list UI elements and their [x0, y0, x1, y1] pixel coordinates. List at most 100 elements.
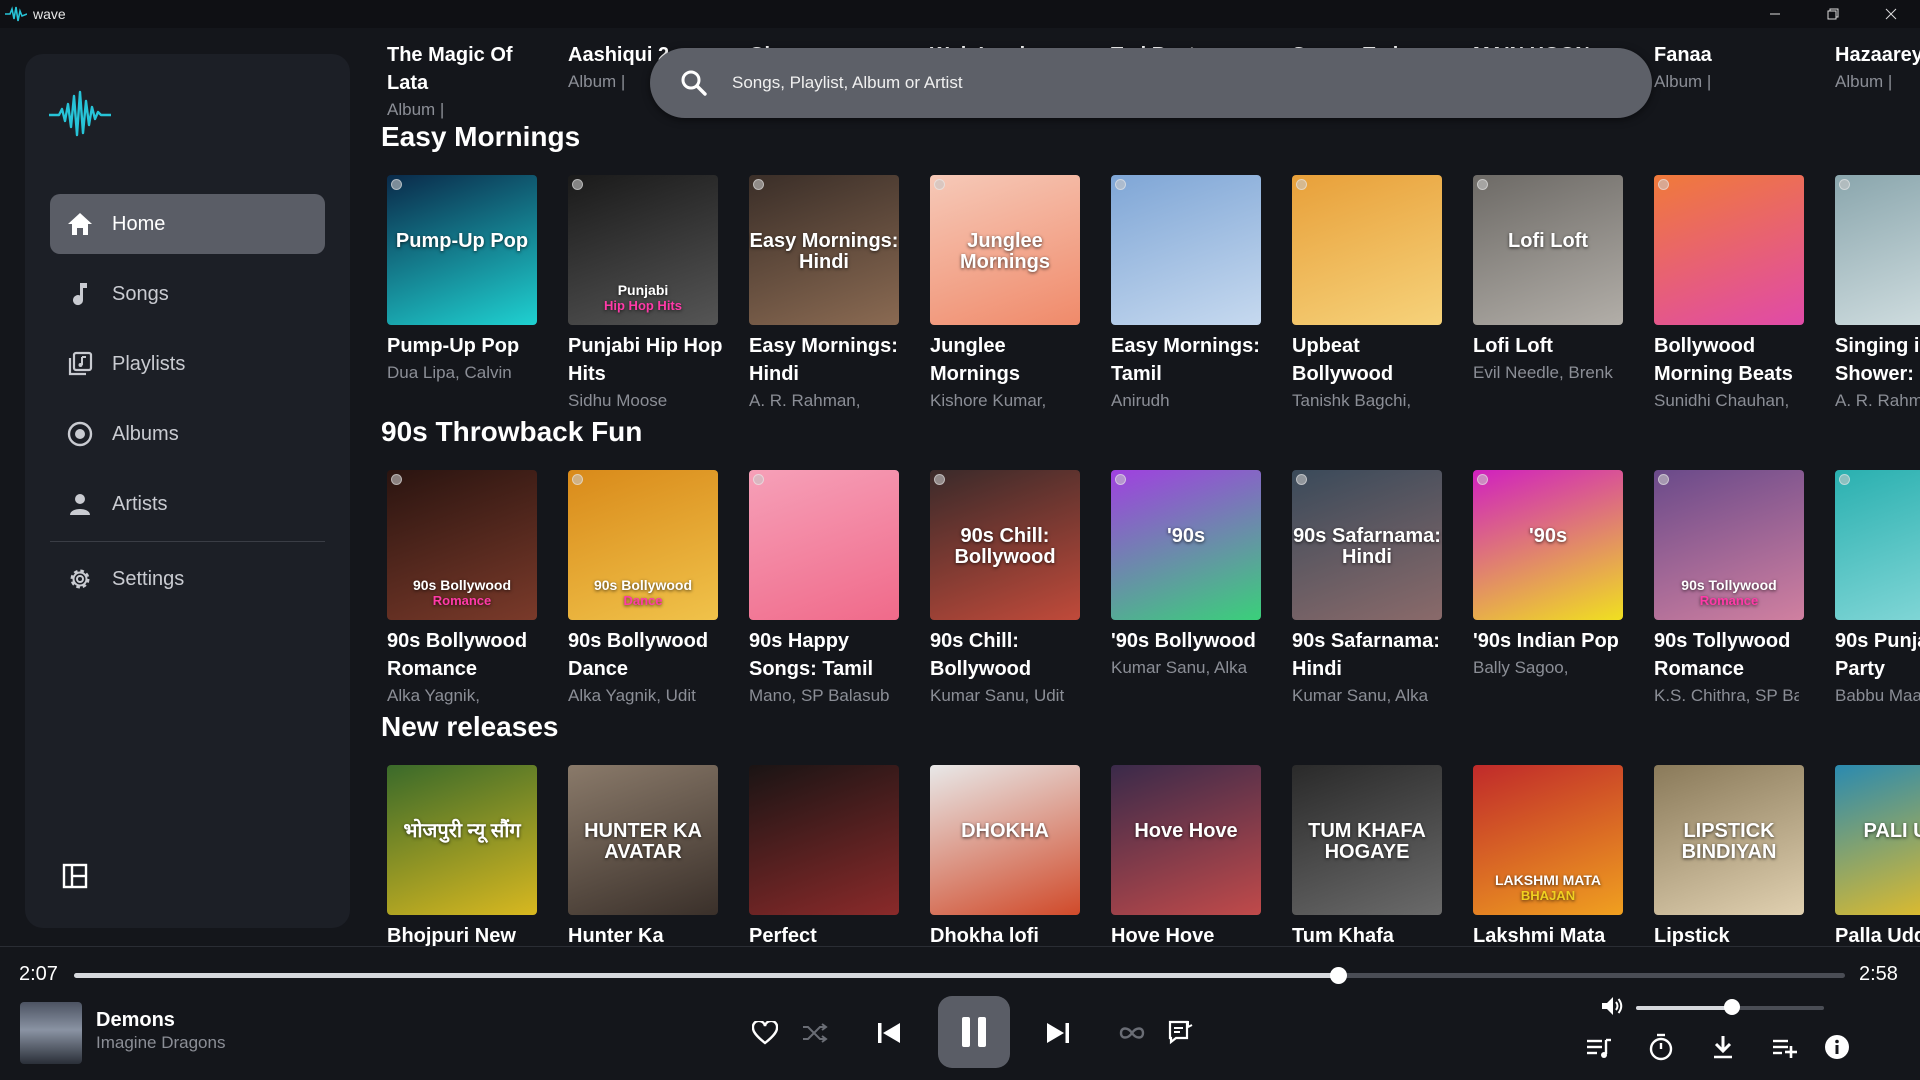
cover-art[interactable]: Punjabi Hip Hop Hits: [568, 175, 718, 325]
cover-art[interactable]: भोजपुरी न्यू सौंग: [387, 765, 537, 915]
previous-button[interactable]: [874, 1017, 904, 1049]
cover-art[interactable]: Pump-Up Pop: [387, 175, 537, 325]
search-bar[interactable]: [650, 48, 1652, 118]
playlist-card[interactable]: HUNTER KA AVATAR Hunter Ka: [568, 765, 738, 946]
sidebar-item-artists[interactable]: Artists: [50, 474, 325, 534]
sidebar-item-label: Songs: [112, 282, 169, 305]
lyrics-button[interactable]: [1166, 1017, 1196, 1047]
queue-button[interactable]: [1584, 1033, 1614, 1063]
cover-art[interactable]: [1835, 175, 1920, 325]
cover-art[interactable]: [749, 470, 899, 620]
playlist-card[interactable]: 90s Punjabi Party Babbu Maan: [1835, 470, 1920, 709]
download-button[interactable]: [1708, 1031, 1738, 1063]
download-icon: [1714, 1036, 1732, 1059]
cover-art[interactable]: [1111, 175, 1261, 325]
playlist-card[interactable]: '90s '90s Bollywood Kumar Sanu, Alka: [1111, 470, 1281, 681]
close-button[interactable]: [1862, 0, 1920, 28]
volume-knob[interactable]: [1723, 999, 1740, 1015]
playlist-card[interactable]: PALI UDD Palla Udd: [1835, 765, 1920, 946]
cover-art[interactable]: 90s Bollywood Dance: [568, 470, 718, 620]
playlist-card[interactable]: LAKSHMI MATA BHAJAN Lakshmi Mata: [1473, 765, 1643, 946]
album-card[interactable]: The Magic Of Lata Album |: [387, 34, 557, 123]
cover-art[interactable]: [1654, 175, 1804, 325]
playlist-card[interactable]: Perfect: [749, 765, 919, 946]
playlist-card[interactable]: TUM KHAFA HOGAYE Tum Khafa: [1292, 765, 1462, 946]
source-badge-icon: [1296, 474, 1307, 485]
pause-button[interactable]: [938, 996, 1010, 1068]
cover-art[interactable]: 90s Safarnama: Hindi: [1292, 470, 1442, 620]
cover-text: PALI UDD: [1863, 820, 1920, 842]
progress-slider[interactable]: [74, 967, 1845, 984]
layout-toggle-icon[interactable]: [61, 862, 89, 890]
progress-knob[interactable]: [1330, 967, 1348, 984]
shuffle-button[interactable]: [800, 1019, 830, 1047]
playlist-card[interactable]: 90s Safarnama: Hindi 90s Safarnama: Hindi…: [1292, 470, 1462, 709]
cover-art[interactable]: [1292, 175, 1442, 325]
cover-art[interactable]: Hove Hove: [1111, 765, 1261, 915]
cover-art[interactable]: HUNTER KA AVATAR: [568, 765, 718, 915]
sidebar-item-playlists[interactable]: Playlists: [50, 334, 325, 394]
restore-button[interactable]: [1804, 0, 1862, 28]
cover-art[interactable]: TUM KHAFA HOGAYE: [1292, 765, 1442, 915]
playlist-card[interactable]: DHOKHA Dhokha lofi: [930, 765, 1100, 946]
cover-art[interactable]: 90s Tollywood Romance: [1654, 470, 1804, 620]
section-title: New releases: [381, 711, 559, 742]
playlist-card[interactable]: Singing in the Shower: A. R. Rahman: [1835, 175, 1920, 414]
playlist-card[interactable]: Easy Mornings: Hindi Easy Mornings: Hindi…: [749, 175, 919, 414]
search-input[interactable]: [732, 73, 1532, 93]
playlist-card[interactable]: 90s Happy Songs: Tamil Mano, SP Balasub: [749, 470, 919, 709]
next-button[interactable]: [1043, 1017, 1073, 1049]
minimize-button[interactable]: [1746, 0, 1804, 28]
cover-art[interactable]: [749, 765, 899, 915]
sidebar-item-songs[interactable]: Songs: [50, 264, 325, 324]
playlist-card[interactable]: 90s Tollywood Romance 90s Tollywood Romanc…: [1654, 470, 1824, 709]
cover-art[interactable]: [1835, 470, 1920, 620]
cover-text: LAKSHMI MATA: [1494, 872, 1602, 888]
album-card[interactable]: Hazaarey Munda Album |: [1835, 34, 1920, 95]
card-subtitle: Bally Sagoo,: [1473, 658, 1569, 677]
now-playing-cover[interactable]: [20, 1002, 82, 1064]
cover-art[interactable]: DHOKHA: [930, 765, 1080, 915]
now-playing-artist[interactable]: Imagine Dragons: [96, 1033, 225, 1053]
volume-button[interactable]: [1598, 993, 1626, 1019]
sidebar-item-home[interactable]: Home: [50, 194, 325, 254]
playlist-card[interactable]: Pump-Up Pop Pump-Up Pop Dua Lipa, Calvin: [387, 175, 557, 386]
cover-art[interactable]: 90s Chill: Bollywood: [930, 470, 1080, 620]
cover-art[interactable]: 90s Bollywood Romance: [387, 470, 537, 620]
like-button[interactable]: [750, 1019, 780, 1047]
playlist-card[interactable]: भोजपुरी न्यू सौंग Bhojpuri New: [387, 765, 557, 946]
playlist-card[interactable]: Punjabi Hip Hop Hits Punjabi Hip Hop Hits S…: [568, 175, 738, 414]
playlist-card[interactable]: LIPSTICK BINDIYAN Lipstick: [1654, 765, 1824, 946]
info-button[interactable]: [1822, 1031, 1852, 1063]
cover-art[interactable]: LAKSHMI MATA BHAJAN: [1473, 765, 1623, 915]
cover-art[interactable]: '90s: [1111, 470, 1261, 620]
playlist-card[interactable]: Hove Hove Hove Hove: [1111, 765, 1281, 946]
cover-art[interactable]: Junglee Mornings: [930, 175, 1080, 325]
sidebar-item-albums[interactable]: Albums: [50, 404, 325, 464]
playlist-card[interactable]: Bollywood Morning Beats Sunidhi Chauhan,: [1654, 175, 1824, 414]
sleep-timer-button[interactable]: [1646, 1031, 1676, 1063]
playlist-card[interactable]: Upbeat Bollywood Tanishk Bagchi,: [1292, 175, 1462, 414]
playlist-card[interactable]: 90s Bollywood Romance 90s Bollywood Romanc…: [387, 470, 557, 709]
now-playing-title[interactable]: Demons: [96, 1009, 175, 1032]
volume-slider[interactable]: [1636, 999, 1824, 1015]
cover-text: Junglee Mornings: [960, 230, 1050, 273]
playlist-card[interactable]: 90s Chill: Bollywood 90s Chill: Bollywood…: [930, 470, 1100, 709]
cover-art[interactable]: '90s: [1473, 470, 1623, 620]
playlist-card[interactable]: 90s Bollywood Dance 90s Bollywood Dance Alk…: [568, 470, 738, 709]
playlist-card[interactable]: Easy Mornings: Tamil Anirudh: [1111, 175, 1281, 414]
card-subtitle: Kumar Sanu, Udit: [930, 686, 1065, 705]
album-card[interactable]: Fanaa Album |: [1654, 34, 1824, 95]
card-subtitle: Anirudh: [1111, 391, 1170, 410]
repeat-button[interactable]: [1116, 1019, 1148, 1047]
playlist-card[interactable]: Junglee Mornings Junglee Mornings Kishore …: [930, 175, 1100, 414]
sidebar-item-settings[interactable]: Settings: [50, 549, 325, 609]
playlist-card[interactable]: Lofi Loft Lofi Loft Evil Needle, Brenk: [1473, 175, 1643, 386]
cover-text: 90s Chill: Bollywood: [954, 525, 1056, 568]
playlist-card[interactable]: '90s '90s Indian Pop Bally Sagoo,: [1473, 470, 1643, 681]
add-to-playlist-button[interactable]: [1770, 1033, 1800, 1063]
cover-art[interactable]: LIPSTICK BINDIYAN: [1654, 765, 1804, 915]
cover-art[interactable]: Lofi Loft: [1473, 175, 1623, 325]
cover-art[interactable]: PALI UDD: [1835, 765, 1920, 915]
cover-art[interactable]: Easy Mornings: Hindi: [749, 175, 899, 325]
